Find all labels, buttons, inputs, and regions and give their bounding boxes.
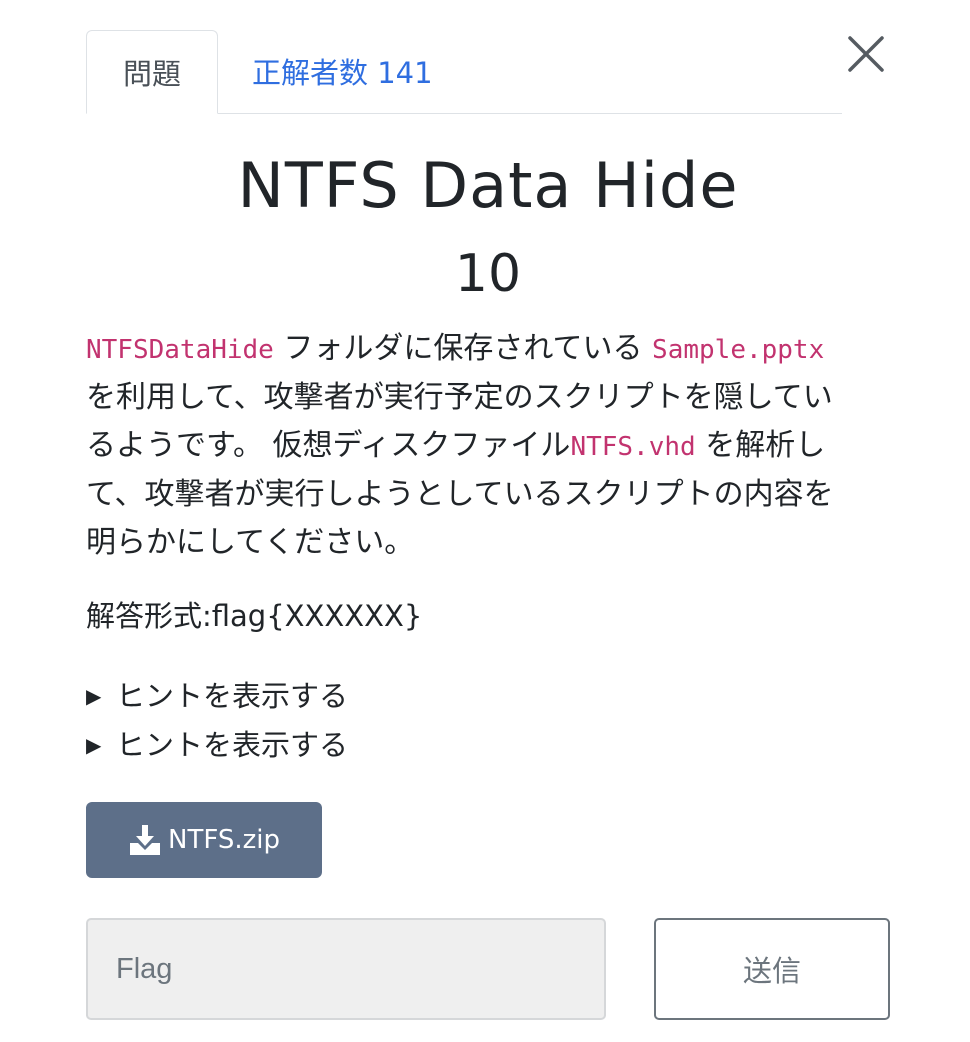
download-label: NTFS.zip (168, 825, 280, 855)
hint-toggle-1[interactable]: ▶ ヒントを表示する (86, 673, 348, 719)
code-vhd-name: NTFS.vhd (570, 432, 696, 462)
description-line-4: て、攻撃者が実行しようとしているスクリプトの内容を (86, 477, 834, 512)
challenge-description: NTFSDataHide フォルダに保存されている Sample.pptx を利… (86, 325, 886, 567)
tab-solvers[interactable]: 正解者数 141 (252, 30, 433, 112)
flag-input[interactable] (86, 918, 606, 1020)
hint-label-1: ヒントを表示する (116, 679, 349, 713)
description-text-3: るようです。 仮想ディスクファイル (86, 428, 571, 463)
description-line-5: 明らかにしてください。 (86, 525, 415, 560)
description-text-4: を解析し (705, 428, 826, 463)
code-file-name: Sample.pptx (652, 335, 825, 365)
tab-solvers-label: 正解者数 141 (252, 56, 433, 90)
tab-problem[interactable]: 問題 (86, 30, 218, 114)
close-button[interactable] (846, 34, 886, 74)
challenge-title: NTFS Data Hide (237, 149, 739, 222)
challenge-points: 10 (454, 244, 522, 304)
triangle-right-icon: ▶ (86, 733, 102, 757)
download-button[interactable]: NTFS.zip (86, 802, 322, 878)
hint-label-2: ヒントを表示する (116, 728, 349, 762)
description-line-3: るようです。 仮想ディスクファイルNTFS.vhd を解析し (86, 422, 886, 471)
description-line-1: NTFSDataHide フォルダに保存されている Sample.pptx (86, 325, 886, 374)
download-icon (130, 825, 160, 855)
triangle-right-icon: ▶ (86, 684, 102, 708)
challenge-tabs: 問題 正解者数 141 (86, 30, 842, 114)
hint-toggle-2[interactable]: ▶ ヒントを表示する (86, 722, 348, 768)
code-folder-name: NTFSDataHide (86, 335, 274, 365)
description-text-1: フォルダに保存されている (283, 331, 643, 366)
close-icon (848, 36, 884, 72)
tab-problem-label: 問題 (122, 57, 181, 91)
submit-button[interactable]: 送信 (654, 918, 890, 1020)
description-line-2: を利用して、攻撃者が実行予定のスクリプトを隠してい (86, 380, 833, 415)
answer-format: 解答形式:flag{XXXXXX} (86, 599, 423, 633)
